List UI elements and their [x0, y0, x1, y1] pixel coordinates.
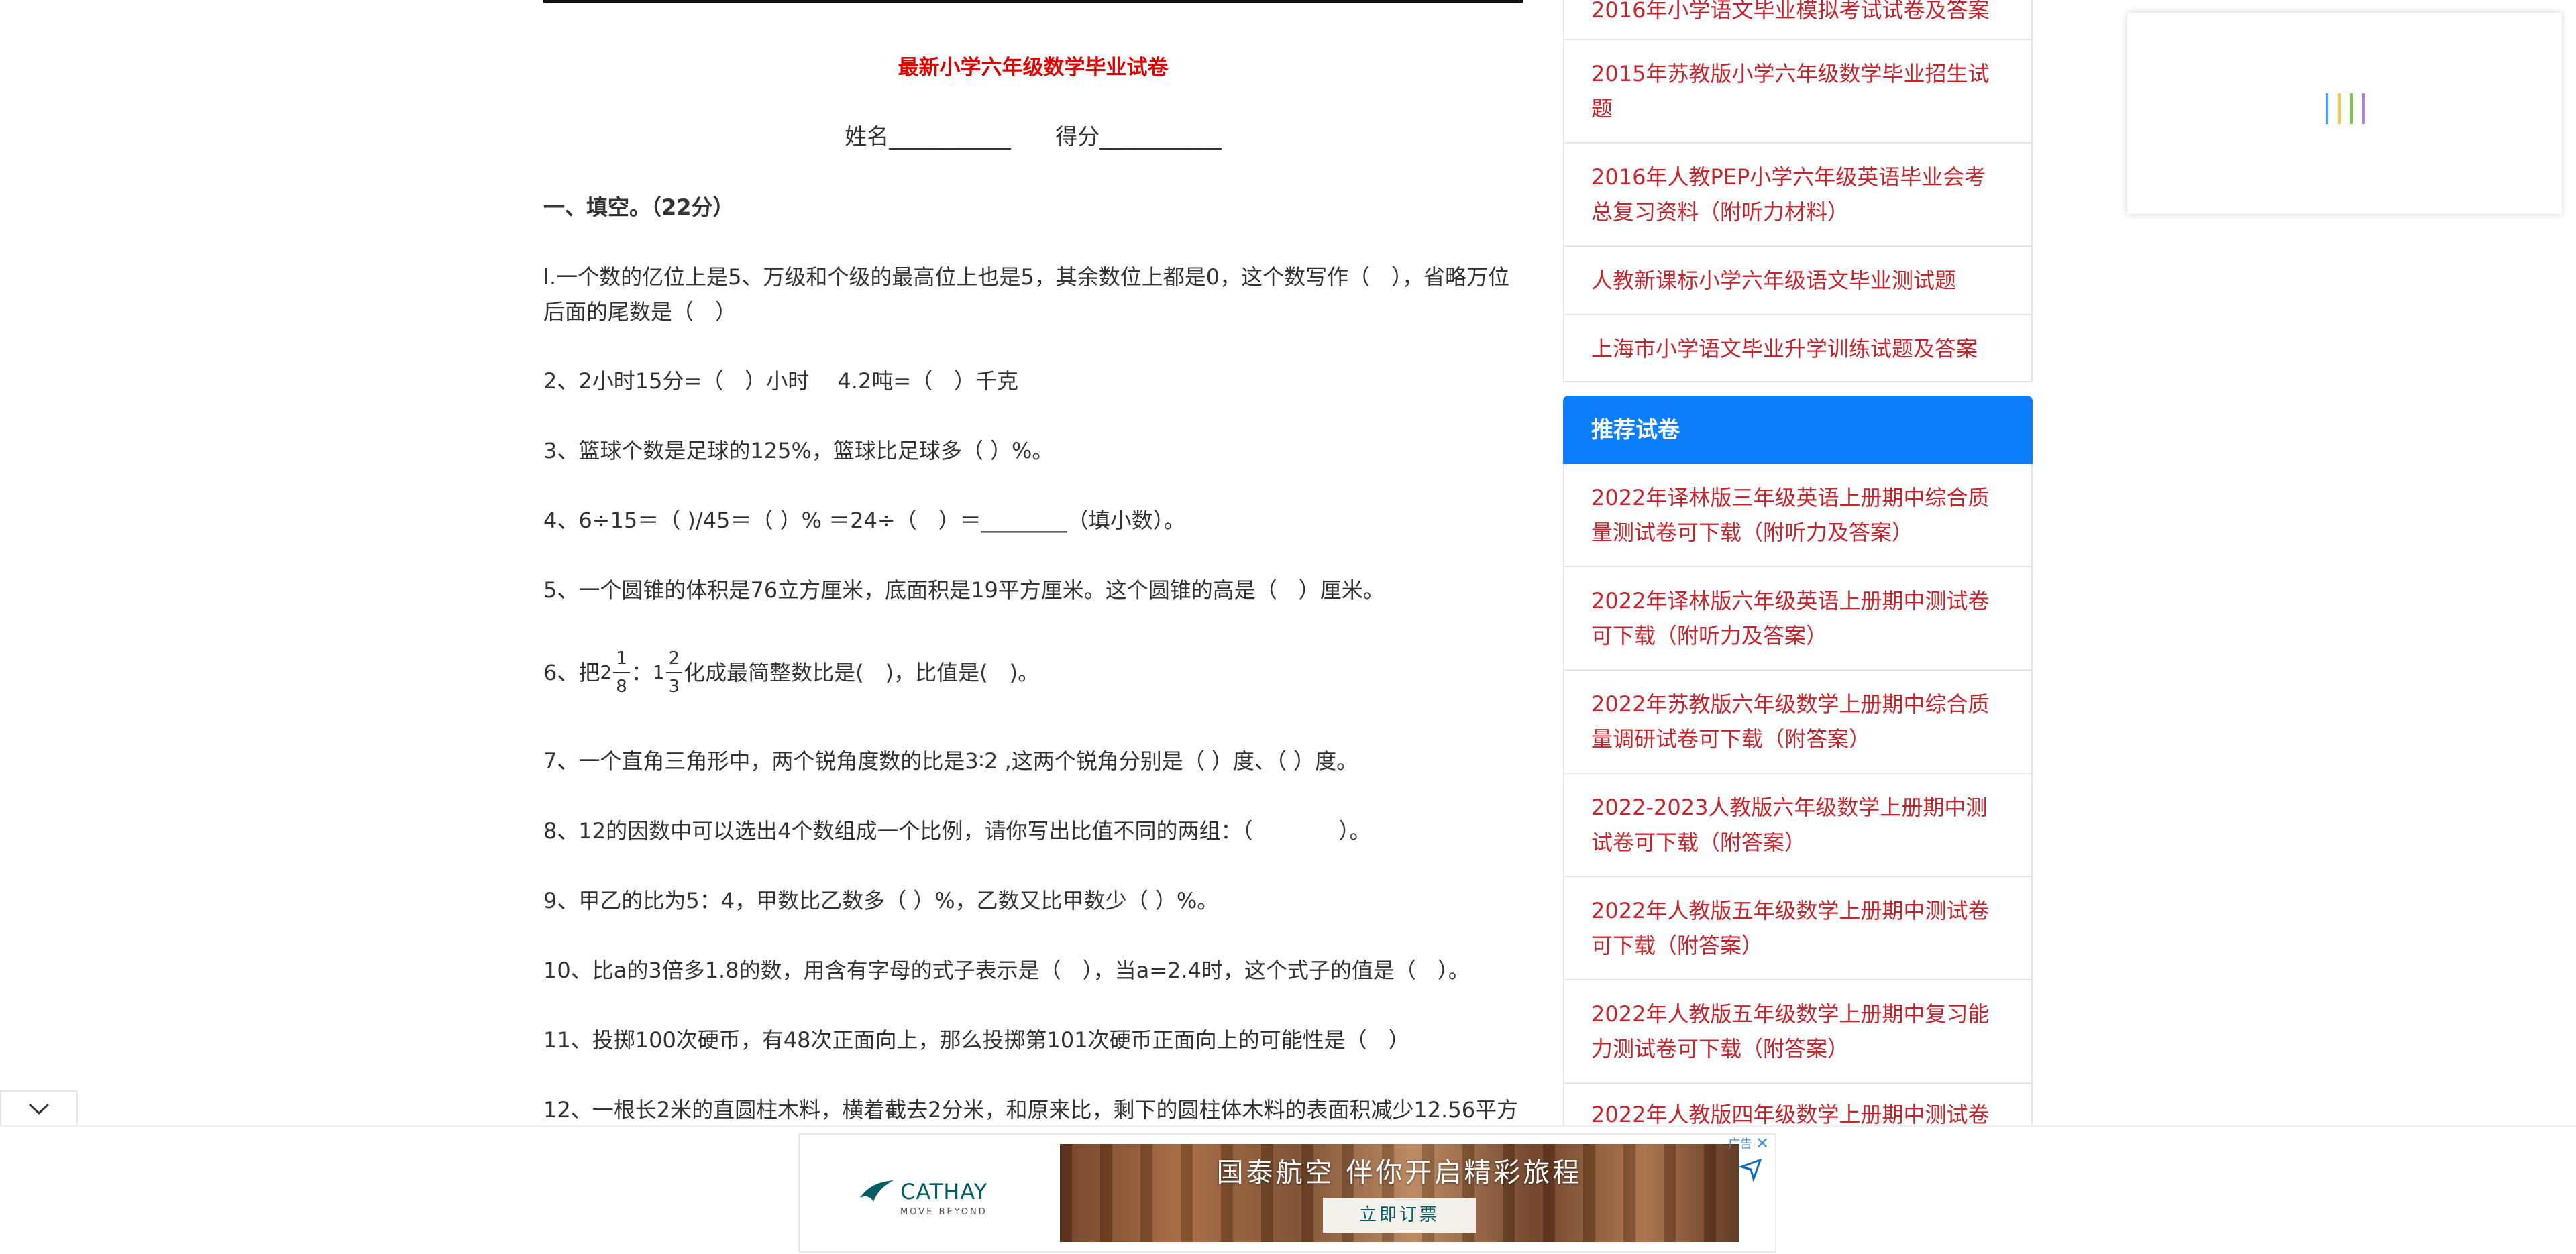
chevron-down-icon [28, 1103, 50, 1115]
recommended-link-1[interactable]: 2022年译林版三年级英语上册期中综合质量测试卷可下载（附听力及答案） [1564, 464, 2031, 567]
question-6: 6、把 2 1 8 ： 1 2 3 化成最简整数比是( )，比值是( )。 [543, 645, 1523, 700]
related-link-3[interactable]: 2016年人教PEP小学六年级英语毕业会考总复习资料（附听力材料） [1564, 144, 2031, 247]
q6-colon: ： [631, 660, 653, 685]
related-list: 2016年小学语文毕业模拟考试试卷及答案 2015年苏教版小学六年级数学毕业招生… [1563, 0, 2033, 382]
ad-headline: 国泰航空 伴你开启精彩旅程 [1216, 1157, 1582, 1188]
cathay-tagline: MOVE BEYOND [900, 1207, 987, 1217]
question-8: 8、12的因数中可以选出4个数组成一个比例，请你写出比值不同的两组：（ ）。 [543, 818, 1371, 844]
q6-numerator-2: 2 [665, 645, 683, 673]
score-label: 得分___________ [1055, 123, 1222, 150]
q6-denominator-2: 3 [668, 677, 680, 697]
page-title: 最新小学六年级数学毕业试卷 [898, 56, 1169, 80]
question-9: 9、甲乙的比为5：4，甲数比乙数多（ ）%，乙数又比甲数少（ ）%。 [543, 888, 1219, 913]
top-divider [543, 0, 1523, 3]
q6-whole-2: 1 [652, 661, 665, 683]
question-12: 12、一根长2米的直圆柱木料，横着截去2分米，和原来比，剩下的圆柱体木料的表面积… [543, 1097, 1519, 1123]
q6-whole-1: 2 [600, 661, 612, 683]
recommended-link-5[interactable]: 2022年人教版五年级数学上册期中测试卷可下载（附答案） [1564, 877, 2031, 980]
q6-fraction-1: 1 8 [613, 645, 630, 700]
ad-banner[interactable]: CATHAY MOVE BEYOND 国泰航空 伴你开启精彩旅程 立即订票 广告… [798, 1133, 1776, 1253]
floating-ad-card[interactable] [2127, 13, 2562, 214]
q6-prefix: 6、把 [543, 660, 600, 685]
ad-label: 广告 [1728, 1137, 1752, 1151]
bottom-ad-bar: CATHAY MOVE BEYOND 国泰航空 伴你开启精彩旅程 立即订票 广告… [0, 1125, 2576, 1254]
question-4: 4、6÷15＝（ )/45＝（ ）% ＝24÷（ ）＝________（填小数）… [543, 508, 1185, 533]
question-3: 3、篮球个数是足球的125%，篮球比足球多（ ）%。 [543, 438, 1054, 463]
loading-spinner-icon [2322, 92, 2369, 125]
cathay-brand-name: CATHAY [900, 1179, 988, 1204]
cathay-brushwing-icon [860, 1180, 894, 1202]
recommended-list: 2022年译林版三年级英语上册期中综合质量测试卷可下载（附听力及答案） 2022… [1563, 464, 2033, 1135]
section-heading: 一、填空。（22分） [543, 194, 735, 220]
loader-bar-4 [2362, 93, 2365, 124]
q6-fraction-2: 2 3 [665, 645, 683, 700]
loader-bar-1 [2326, 93, 2328, 124]
name-score-line: 姓名___________ 得分___________ [543, 120, 1523, 154]
question-5: 5、一个圆锥的体积是76立方厘米，底面积是19平方厘米。这个圆锥的高是（ ）厘米… [543, 577, 1385, 603]
question-2: 2、2小时15分=（ ）小时 4.2吨=（ ）千克 [543, 368, 1019, 394]
q6-denominator-1: 8 [616, 677, 627, 697]
question-11: 11、投掷100次硬币，有48次正面向上，那么投掷第101次硬币正面向上的可能性… [543, 1027, 1410, 1053]
related-link-2[interactable]: 2015年苏教版小学六年级数学毕业招生试题 [1564, 40, 2031, 144]
question-10: 10、比a的3倍多1.8的数，用含有字母的式子表示是（ ），当a=2.4时，这个… [543, 958, 1470, 983]
close-icon[interactable]: ✕ [1754, 1135, 1771, 1152]
recommended-link-4[interactable]: 2022-2023人教版六年级数学上册期中测试卷可下载（附答案） [1564, 774, 2031, 877]
book-now-button[interactable]: 立即订票 [1323, 1198, 1476, 1233]
recommended-heading: 推荐试卷 [1563, 396, 2033, 464]
related-link-5[interactable]: 上海市小学语文毕业升学训练试题及答案 [1564, 315, 2031, 382]
q6-suffix: 化成最简整数比是( )，比值是( )。 [684, 660, 1040, 685]
name-label: 姓名___________ [845, 123, 1011, 150]
loader-bar-2 [2338, 93, 2341, 124]
recommended-link-6[interactable]: 2022年人教版五年级数学上册期中复习能力测试卷可下载（附答案） [1564, 980, 2031, 1084]
q6-numerator-1: 1 [613, 645, 630, 673]
adchoices-arrow-icon[interactable] [1737, 1156, 1764, 1183]
related-link-1[interactable]: 2016年小学语文毕业模拟考试试卷及答案 [1564, 0, 2031, 40]
question-1: l.一个数的亿位上是5、万级和个级的最高位上也是5，其余数位上都是0，这个数写作… [543, 264, 1510, 325]
recommended-link-3[interactable]: 2022年苏教版六年级数学上册期中综合质量调研试卷可下载（附答案） [1564, 671, 2031, 774]
ad-hero-image[interactable]: 国泰航空 伴你开启精彩旅程 立即订票 [1060, 1144, 1739, 1242]
ad-collapse-button[interactable] [0, 1090, 78, 1127]
related-link-4[interactable]: 人教新课标小学六年级语文毕业测试题 [1564, 247, 2031, 315]
recommended-link-2[interactable]: 2022年译林版六年级英语上册期中测试卷可下载（附听力及答案） [1564, 567, 2031, 671]
question-7: 7、一个直角三角形中，两个锐角度数的比是3∶2 ,这两个锐角分别是（ ）度、（ … [543, 748, 1358, 774]
loader-bar-3 [2350, 93, 2353, 124]
cathay-logo: CATHAY MOVE BEYOND [857, 1174, 1018, 1227]
